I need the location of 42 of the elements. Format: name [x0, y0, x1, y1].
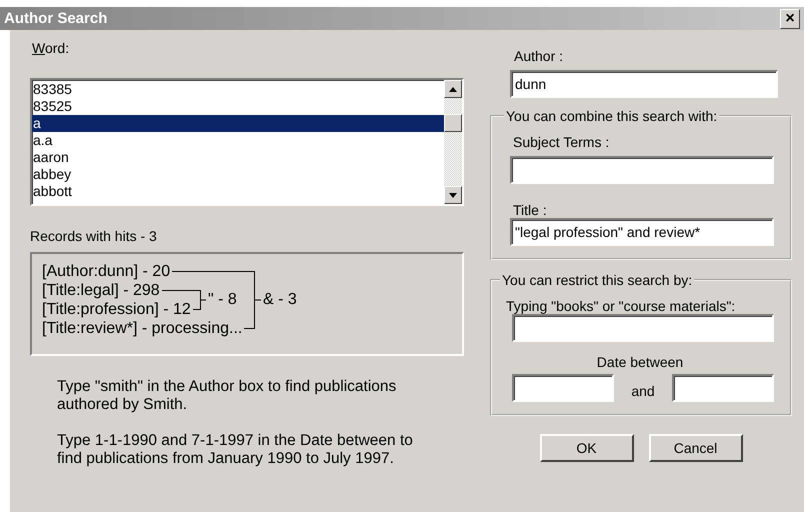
window-title: Author Search — [4, 10, 108, 27]
scroll-down-button[interactable] — [444, 186, 462, 204]
record-line: [Title:legal] - 298 — [42, 281, 160, 300]
subject-label: Subject Terms : — [513, 134, 610, 150]
author-label: Author : — [514, 48, 564, 64]
close-button[interactable]: × — [780, 8, 800, 28]
list-item[interactable]: aaron — [32, 149, 444, 166]
help-text: Type 1-1-1990 and 7-1-1997 in the Date between to find publications from January 1990 to July 1997. — [57, 432, 414, 468]
scrollbar[interactable] — [444, 80, 462, 204]
record-line: [Title:review*] - processing... — [42, 319, 242, 338]
list-item[interactable]: abbey — [32, 166, 444, 183]
date-from-field[interactable] — [512, 374, 614, 402]
combine-legend: You can combine this search with: — [504, 108, 720, 124]
and-label: and — [631, 382, 655, 399]
word-list[interactable]: 83385 83525 a a.a aaron abbey abbott — [30, 78, 464, 206]
date-to-field[interactable] — [672, 374, 774, 402]
type-field[interactable] — [512, 314, 774, 342]
title-label: Title : — [513, 202, 548, 218]
scroll-thumb[interactable] — [444, 114, 462, 132]
scroll-up-button[interactable] — [444, 80, 462, 98]
word-label: Word: — [32, 40, 70, 56]
ok-button[interactable]: OK — [540, 434, 634, 462]
list-item[interactable]: abbott — [32, 183, 444, 200]
help-text: Type "smith" in the Author box to find publications authored by Smith. — [57, 378, 398, 414]
and-result: & - 3 — [263, 290, 297, 309]
restrict-legend: You can restrict this search by: — [500, 272, 694, 288]
list-item[interactable]: 83385 — [32, 81, 444, 98]
up-arrow-icon — [449, 86, 457, 92]
list-item[interactable]: 83525 — [32, 98, 444, 115]
cancel-button[interactable]: Cancel — [648, 434, 742, 462]
phrase-result: " - 8 — [208, 290, 237, 309]
record-line: [Author:dunn] - 20 — [42, 262, 170, 281]
records-label: Records with hits - 3 — [30, 228, 158, 244]
type-label: Typing "books" or "course materials": — [506, 298, 736, 314]
author-field[interactable]: dunn — [510, 70, 778, 98]
list-item[interactable]: a — [32, 115, 444, 132]
subject-field[interactable] — [510, 156, 774, 184]
list-item[interactable]: a.a — [32, 132, 444, 149]
down-arrow-icon — [449, 192, 457, 198]
title-field[interactable]: "legal profession" and review* — [510, 218, 774, 246]
date-label: Date between — [596, 354, 684, 370]
record-line: [Title:profession] - 12 — [42, 300, 191, 319]
